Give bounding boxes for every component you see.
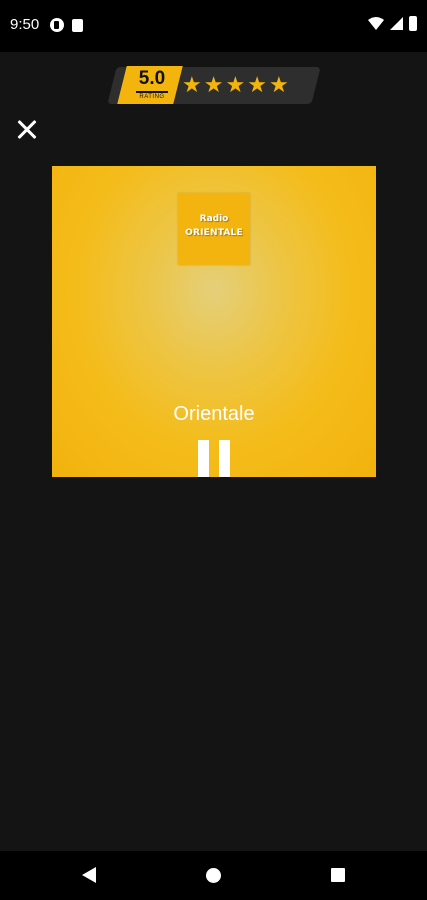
star-icon: ★: [225, 72, 246, 97]
station-logo-line2: ORIENTALE: [185, 228, 243, 238]
back-icon[interactable]: [82, 867, 96, 883]
pause-icon: [198, 440, 209, 477]
rating-stars: ★ ★ ★ ★ ★: [182, 70, 289, 100]
status-bar: 9:50: [0, 0, 427, 52]
recents-icon[interactable]: [331, 868, 345, 882]
star-icon: ★: [182, 72, 202, 97]
status-right-icons: [368, 16, 417, 31]
home-icon[interactable]: [206, 868, 221, 883]
pause-button[interactable]: [197, 440, 231, 477]
status-time: 9:50: [10, 16, 40, 33]
notification-app-icon: [50, 18, 64, 32]
battery-icon: [409, 16, 417, 31]
navigation-bar: [0, 851, 427, 900]
rating-divider: [136, 91, 168, 93]
star-icon: ★: [247, 72, 267, 97]
pause-icon: [219, 440, 230, 477]
wifi-icon: [368, 17, 384, 30]
cell-signal-icon: [390, 17, 403, 30]
rating-banner[interactable]: 5.0 RATING ★ ★ ★ ★ ★: [107, 66, 321, 104]
station-logo-line1: Radio: [199, 214, 229, 224]
status-left-icons: [50, 18, 83, 32]
sd-card-icon: [72, 19, 83, 32]
star-icon: ★: [203, 72, 224, 97]
star-icon: ★: [268, 72, 289, 97]
rating-label: RATING: [139, 94, 165, 100]
station-name: Orientale: [173, 403, 255, 425]
station-logo: Radio ORIENTALE: [178, 193, 250, 265]
player-card: Radio ORIENTALE Orientale: [52, 166, 376, 477]
close-icon[interactable]: [14, 117, 40, 143]
rating-score: 5.0: [138, 68, 166, 89]
